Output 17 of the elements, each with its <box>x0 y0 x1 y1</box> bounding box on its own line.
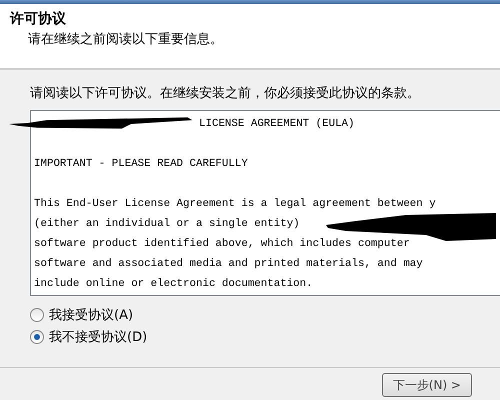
license-line: LICENSE AGREEMENT (EULA) <box>199 118 355 130</box>
instruction-text: 请阅读以下许可协议。在继续安装之前，你必须接受此协议的条款。 <box>30 85 421 102</box>
radio-button[interactable] <box>30 308 44 322</box>
page-subtitle: 请在继续之前阅读以下重要信息。 <box>27 31 224 48</box>
license-line: IMPORTANT - PLEASE READ CAREFULLY <box>34 158 248 170</box>
page-title: 许可协议 <box>10 10 67 28</box>
license-line: (either an individual or a single entity) <box>34 218 300 230</box>
radio-button[interactable] <box>30 330 44 344</box>
radio-option[interactable]: 我接受协议(A) <box>30 306 134 324</box>
license-line: software product identified above, which includes computer <box>34 238 410 250</box>
license-line: This End-User License Agreement is a legal agreement between y <box>34 198 436 210</box>
radio-option[interactable]: 我不接受协议(D) <box>30 328 148 346</box>
radio-label: 我接受协议(A) <box>49 307 134 324</box>
license-line: include online or electronic documentation. <box>34 278 313 290</box>
next-button[interactable]: 下一步(N) > <box>382 373 472 397</box>
radio-label: 我不接受协议(D) <box>49 329 148 346</box>
license-line: software and associated media and printed materials, and may <box>34 258 423 270</box>
